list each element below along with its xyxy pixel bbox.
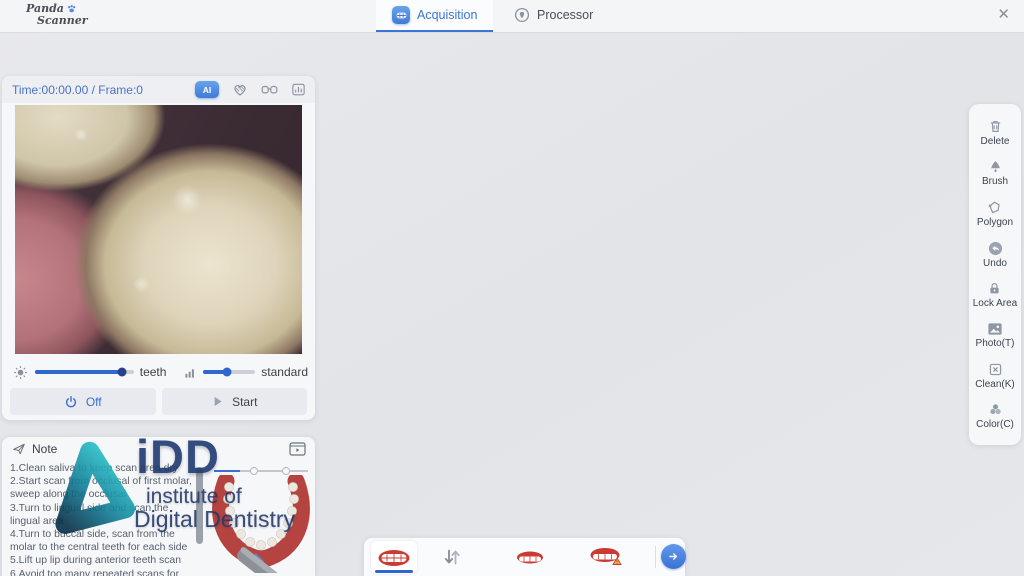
close-icon[interactable]: ✕ [997, 7, 1010, 23]
full-mouth-mode-button[interactable] [371, 541, 417, 574]
note-line: 1.Clean saliva to keep scan area dry [10, 462, 196, 475]
edit-toolbar: Delete Brush Polygon Undo Lock Area Phot… [969, 104, 1021, 445]
arrow-right-icon [667, 550, 680, 563]
time-frame-status: Time:00:00.00 / Frame:0 [12, 83, 143, 97]
note-line: 4.Turn to buccal side, scan from the mol… [10, 528, 196, 554]
power-off-button[interactable]: Off [10, 388, 156, 415]
brush-icon [988, 159, 1003, 174]
photo-label: Photo(T) [976, 338, 1015, 349]
goggles-icon[interactable] [261, 82, 278, 97]
tab-processor-label: Processor [537, 8, 593, 22]
video-icon[interactable] [289, 442, 306, 456]
tab-acquisition-label: Acquisition [417, 8, 477, 22]
color-icon [988, 402, 1003, 417]
note-line: 2.Start scan from occlusal of first mola… [10, 475, 196, 501]
mode-slider-label: standard [261, 365, 308, 379]
signal-bars-icon [184, 366, 197, 379]
swap-arrows-icon [442, 547, 462, 567]
arch-warning-mode-button[interactable] [588, 547, 626, 567]
power-off-label: Off [86, 395, 102, 409]
start-scan-label: Start [232, 395, 257, 409]
capture-panel-header: Time:00:00.00 / Frame:0 AI [2, 76, 315, 103]
clean-icon [988, 362, 1003, 377]
note-panel: Note 1.Clean saliva to keep scan area dr… [2, 437, 315, 576]
upper-arch-icon [516, 551, 544, 564]
lock-area-button[interactable]: Lock Area [973, 281, 1017, 309]
photo-icon [987, 322, 1003, 336]
heart-texture-icon[interactable] [232, 82, 248, 98]
brightness-slider-label: teeth [140, 365, 167, 379]
brush-label: Brush [982, 176, 1008, 187]
toolbar-divider [655, 546, 656, 568]
trash-icon [988, 119, 1003, 134]
note-instructions: 1.Clean saliva to keep scan area dry 2.S… [10, 462, 196, 576]
processor-icon [514, 7, 530, 23]
ai-badge[interactable]: AI [195, 81, 219, 98]
slider-row: teeth standard [13, 361, 308, 383]
photo-button[interactable]: Photo(T) [976, 322, 1015, 349]
note-line: 5.Lift up lip during anterior teeth scan [10, 554, 196, 567]
undo-icon [988, 241, 1003, 256]
logo-text-line2: Scanner [37, 15, 88, 27]
play-icon [211, 395, 224, 408]
start-scan-button[interactable]: Start [162, 388, 308, 415]
capture-panel: Time:00:00.00 / Frame:0 AI [2, 76, 315, 420]
note-line: 6.Avoid too many repeated scans for the [10, 568, 196, 576]
upper-arch-mode-button[interactable] [514, 548, 546, 566]
next-step-button[interactable] [661, 544, 686, 569]
top-bar: Panda Scanner Acquisition Processor ✕ [0, 0, 1024, 33]
scan-mode-toolbar [364, 538, 685, 576]
lock-icon [987, 281, 1002, 296]
brightness-slider[interactable] [35, 370, 134, 374]
polygon-button[interactable]: Polygon [977, 200, 1013, 228]
teeth-app-icon [392, 6, 410, 24]
delete-button[interactable]: Delete [981, 119, 1010, 147]
camera-live-view [15, 105, 302, 354]
arch-warning-icon [589, 547, 625, 567]
polygon-icon [987, 200, 1002, 215]
tab-acquisition[interactable]: Acquisition [376, 0, 493, 32]
polygon-label: Polygon [977, 217, 1013, 228]
histogram-icon[interactable] [291, 82, 306, 97]
brand-logo: Panda Scanner [26, 3, 88, 27]
color-button[interactable]: Color(C) [976, 402, 1014, 430]
note-line: 3.Turn to lingual side and scan the ling… [10, 502, 196, 528]
power-icon [64, 395, 78, 409]
note-scrollbar[interactable] [196, 467, 203, 544]
swap-jaw-button[interactable] [438, 545, 466, 569]
tab-processor[interactable]: Processor [498, 0, 609, 32]
app-window: Panda Scanner Acquisition Processor ✕ Ti… [0, 0, 1024, 576]
dental-arch-illustration [204, 475, 316, 573]
note-header: Note [2, 437, 315, 456]
lock-area-label: Lock Area [973, 298, 1017, 309]
undo-button[interactable]: Undo [983, 241, 1007, 269]
note-title: Note [32, 442, 57, 456]
brightness-icon [13, 365, 28, 380]
color-label: Color(C) [976, 419, 1014, 430]
capture-buttons-row: Off Start [10, 388, 307, 415]
clean-button[interactable]: Clean(K) [975, 362, 1014, 390]
undo-label: Undo [983, 258, 1007, 269]
delete-label: Delete [981, 136, 1010, 147]
paw-icon [66, 4, 77, 15]
brush-button[interactable]: Brush [982, 159, 1008, 187]
mode-slider[interactable] [203, 370, 255, 374]
note-step-slider[interactable] [214, 466, 308, 475]
clean-label: Clean(K) [975, 379, 1014, 390]
full-mouth-icon [377, 549, 411, 567]
paper-plane-icon [12, 442, 26, 456]
